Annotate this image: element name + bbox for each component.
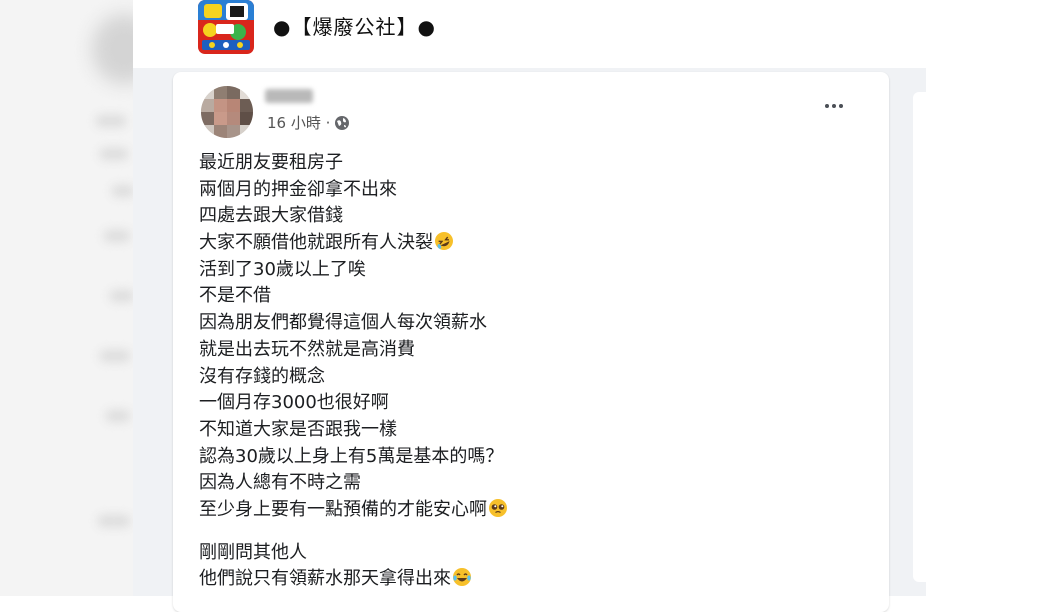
author-name-redacted[interactable] [265,89,313,103]
post-line: 認為30歲以上身上有5萬是基本的嗎？ [199,444,839,471]
group-header: ●【爆廢公社】● [133,0,926,68]
pleading-face-emoji [488,498,508,527]
post-body: 最近朋友要租房子兩個月的押金卻拿不出來 四處去跟大家借錢大家不願借他就跟所有人決裂… [199,150,839,593]
post-line-text: 最近朋友要租房子 [199,152,343,173]
post-line-text: 活到了30歲以上了唉 [199,258,366,280]
post-line-text: 至少身上要有一點預備的才能安心啊 [199,498,487,520]
post-line: 沒有存錢的概念 [199,364,839,391]
post-line-text: 一個月存3000也很好啊 [199,392,389,414]
post-line: 一個月存3000也很好啊 [199,390,839,417]
post-line-text: 他們說只有領薪水那天拿得出來 [199,568,451,590]
post-card: 16 小時 · 最近朋友要租房子兩個月的押金卻拿不出來 四處去跟大家借錢大家不願借… [173,72,889,612]
avatar[interactable] [201,86,253,138]
group-name[interactable]: ●【爆廢公社】● [273,10,436,44]
post-line: 最近朋友要租房子 [199,150,839,177]
post-line-text: 因為朋友們都覺得這個人每次領薪水 [199,312,487,334]
feed-area: ●【爆廢公社】● 16 小時 · 最近朋友要租房子 兩個月的押金卻拿不出來 四處… [133,0,953,612]
post-line: 因為朋友們都覺得這個人每次領薪水 [199,310,839,337]
post-line: 至少身上要有一點預備的才能安心啊 [199,497,839,524]
tears-of-joy-emoji [452,567,472,596]
post-line-text: 兩個月的押金卻拿不出來 [199,178,397,200]
post-line-text: 沒有存錢的概念 [199,365,325,387]
post-line-text: 不是不借 [199,285,271,307]
post-line: 不知道大家是否跟我一樣 [199,417,839,444]
post-line: 四處去跟大家借錢 [199,203,839,230]
post-line: 因為人總有不時之需 [199,470,839,497]
adjacent-card-edge [913,92,953,582]
post-line-text: 四處去跟大家借錢 [199,205,343,227]
post-line: 活到了30歲以上了唉 [199,257,839,284]
post-line-text: 不知道大家是否跟我一樣 [199,418,397,440]
post-line: 大家不願借他就跟所有人決裂 [199,230,839,257]
post-line-text: 大家不願借他就跟所有人決裂 [199,232,433,254]
bao-fei-gong-she-logo[interactable] [198,0,254,54]
post-line-text: 因為人總有不時之需 [199,472,361,494]
post-timestamp[interactable]: 16 小時 · [267,112,330,133]
blurred-background-left [0,0,133,596]
post-line: 不是不借 [199,283,839,310]
post-line-text: 就是出去玩不然就是高消費 [199,338,415,360]
post-line-text: 認為30歲以上身上有5萬是基本的嗎？ [199,445,504,467]
globe-icon [334,115,350,131]
post-line: 剛剛問其他人 [199,540,839,567]
post-line-text: 剛剛問其他人 [199,541,307,563]
post-meta: 16 小時 · [267,112,350,133]
rolling-laughing-emoji [434,231,454,260]
post-line: 他們說只有領薪水那天拿得出來 [199,566,839,593]
more-options-icon[interactable] [819,98,849,114]
post-line: 兩個月的押金卻拿不出來 [199,177,839,204]
post-line: 就是出去玩不然就是高消費 [199,337,839,364]
